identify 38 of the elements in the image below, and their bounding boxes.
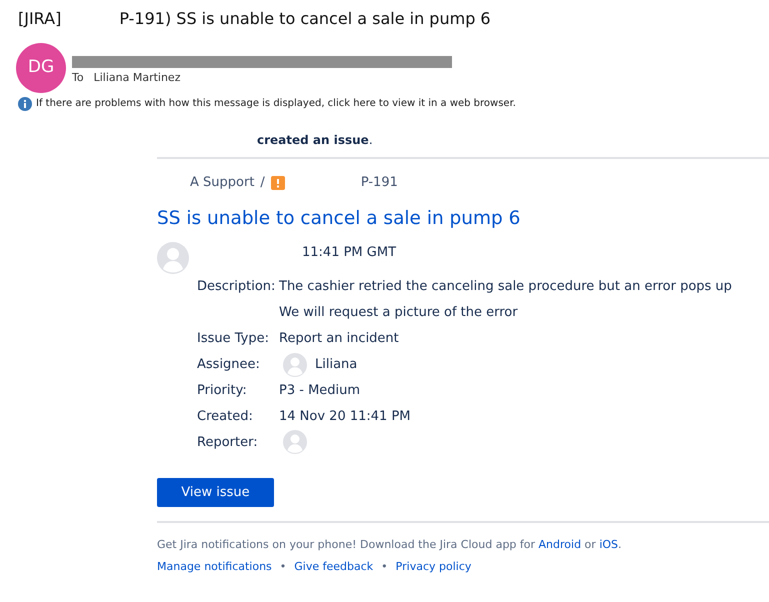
info-bar-link[interactable]: If there are problems with how this message is displayed, click here to view it in a web browser. bbox=[36, 96, 516, 111]
field-label: Created: bbox=[197, 408, 254, 426]
field-value: The cashier retried the canceling sale procedure but an error pops up bbox=[279, 278, 732, 296]
field-value: 14 Nov 20 11:41 PM bbox=[279, 408, 411, 426]
user-name: Liliana bbox=[315, 356, 358, 374]
field-label: Reporter: bbox=[197, 434, 259, 452]
field-label: Issue Type: bbox=[197, 330, 270, 348]
breadcrumb-separator: / bbox=[260, 174, 265, 192]
sender-avatar: DG bbox=[16, 43, 66, 93]
android-link[interactable]: Android bbox=[538, 538, 582, 552]
project-link[interactable]: A Support bbox=[190, 173, 254, 192]
field-value: We will request a picture of the error bbox=[279, 304, 519, 322]
field-label: Description: bbox=[197, 278, 276, 296]
warning-icon bbox=[270, 176, 285, 190]
field-value: Report an incident bbox=[279, 330, 399, 348]
timestamp: 11:41 PM GMT bbox=[302, 244, 396, 262]
footer-link[interactable]: Manage notifications bbox=[157, 558, 272, 576]
issue-key-link[interactable]: P-191 bbox=[360, 173, 398, 192]
info-icon bbox=[18, 96, 32, 110]
recipient-name: Liliana Martinez bbox=[94, 70, 180, 86]
subject-text: P-191) SS is unable to cancel a sale in pump 6 bbox=[119, 8, 491, 30]
field-label: Priority: bbox=[197, 382, 248, 400]
activity-text: created an issue. bbox=[257, 133, 373, 147]
view-issue-button[interactable]: View issue bbox=[157, 478, 274, 508]
subject-prefix: [JIRA] bbox=[18, 8, 62, 30]
footer-link[interactable]: Privacy policy bbox=[396, 558, 472, 576]
user-avatar bbox=[157, 242, 189, 274]
user-avatar bbox=[283, 430, 307, 454]
user-avatar bbox=[283, 353, 307, 378]
link-separator: • bbox=[381, 558, 388, 575]
link-separator: • bbox=[280, 558, 286, 575]
field-label: Assignee: bbox=[197, 356, 261, 374]
footer-link[interactable]: Give feedback bbox=[294, 558, 374, 576]
field-value: P3 - Medium bbox=[279, 382, 360, 400]
footer-text: Get Jira notifications on your phone! Download the Jira Cloud app for Android or iOS. bbox=[157, 538, 622, 552]
issue-title-link[interactable]: SS is unable to cancel a sale in pump 6 bbox=[157, 208, 520, 228]
to-label: To bbox=[72, 70, 84, 86]
ios-link[interactable]: iOS bbox=[599, 538, 618, 552]
